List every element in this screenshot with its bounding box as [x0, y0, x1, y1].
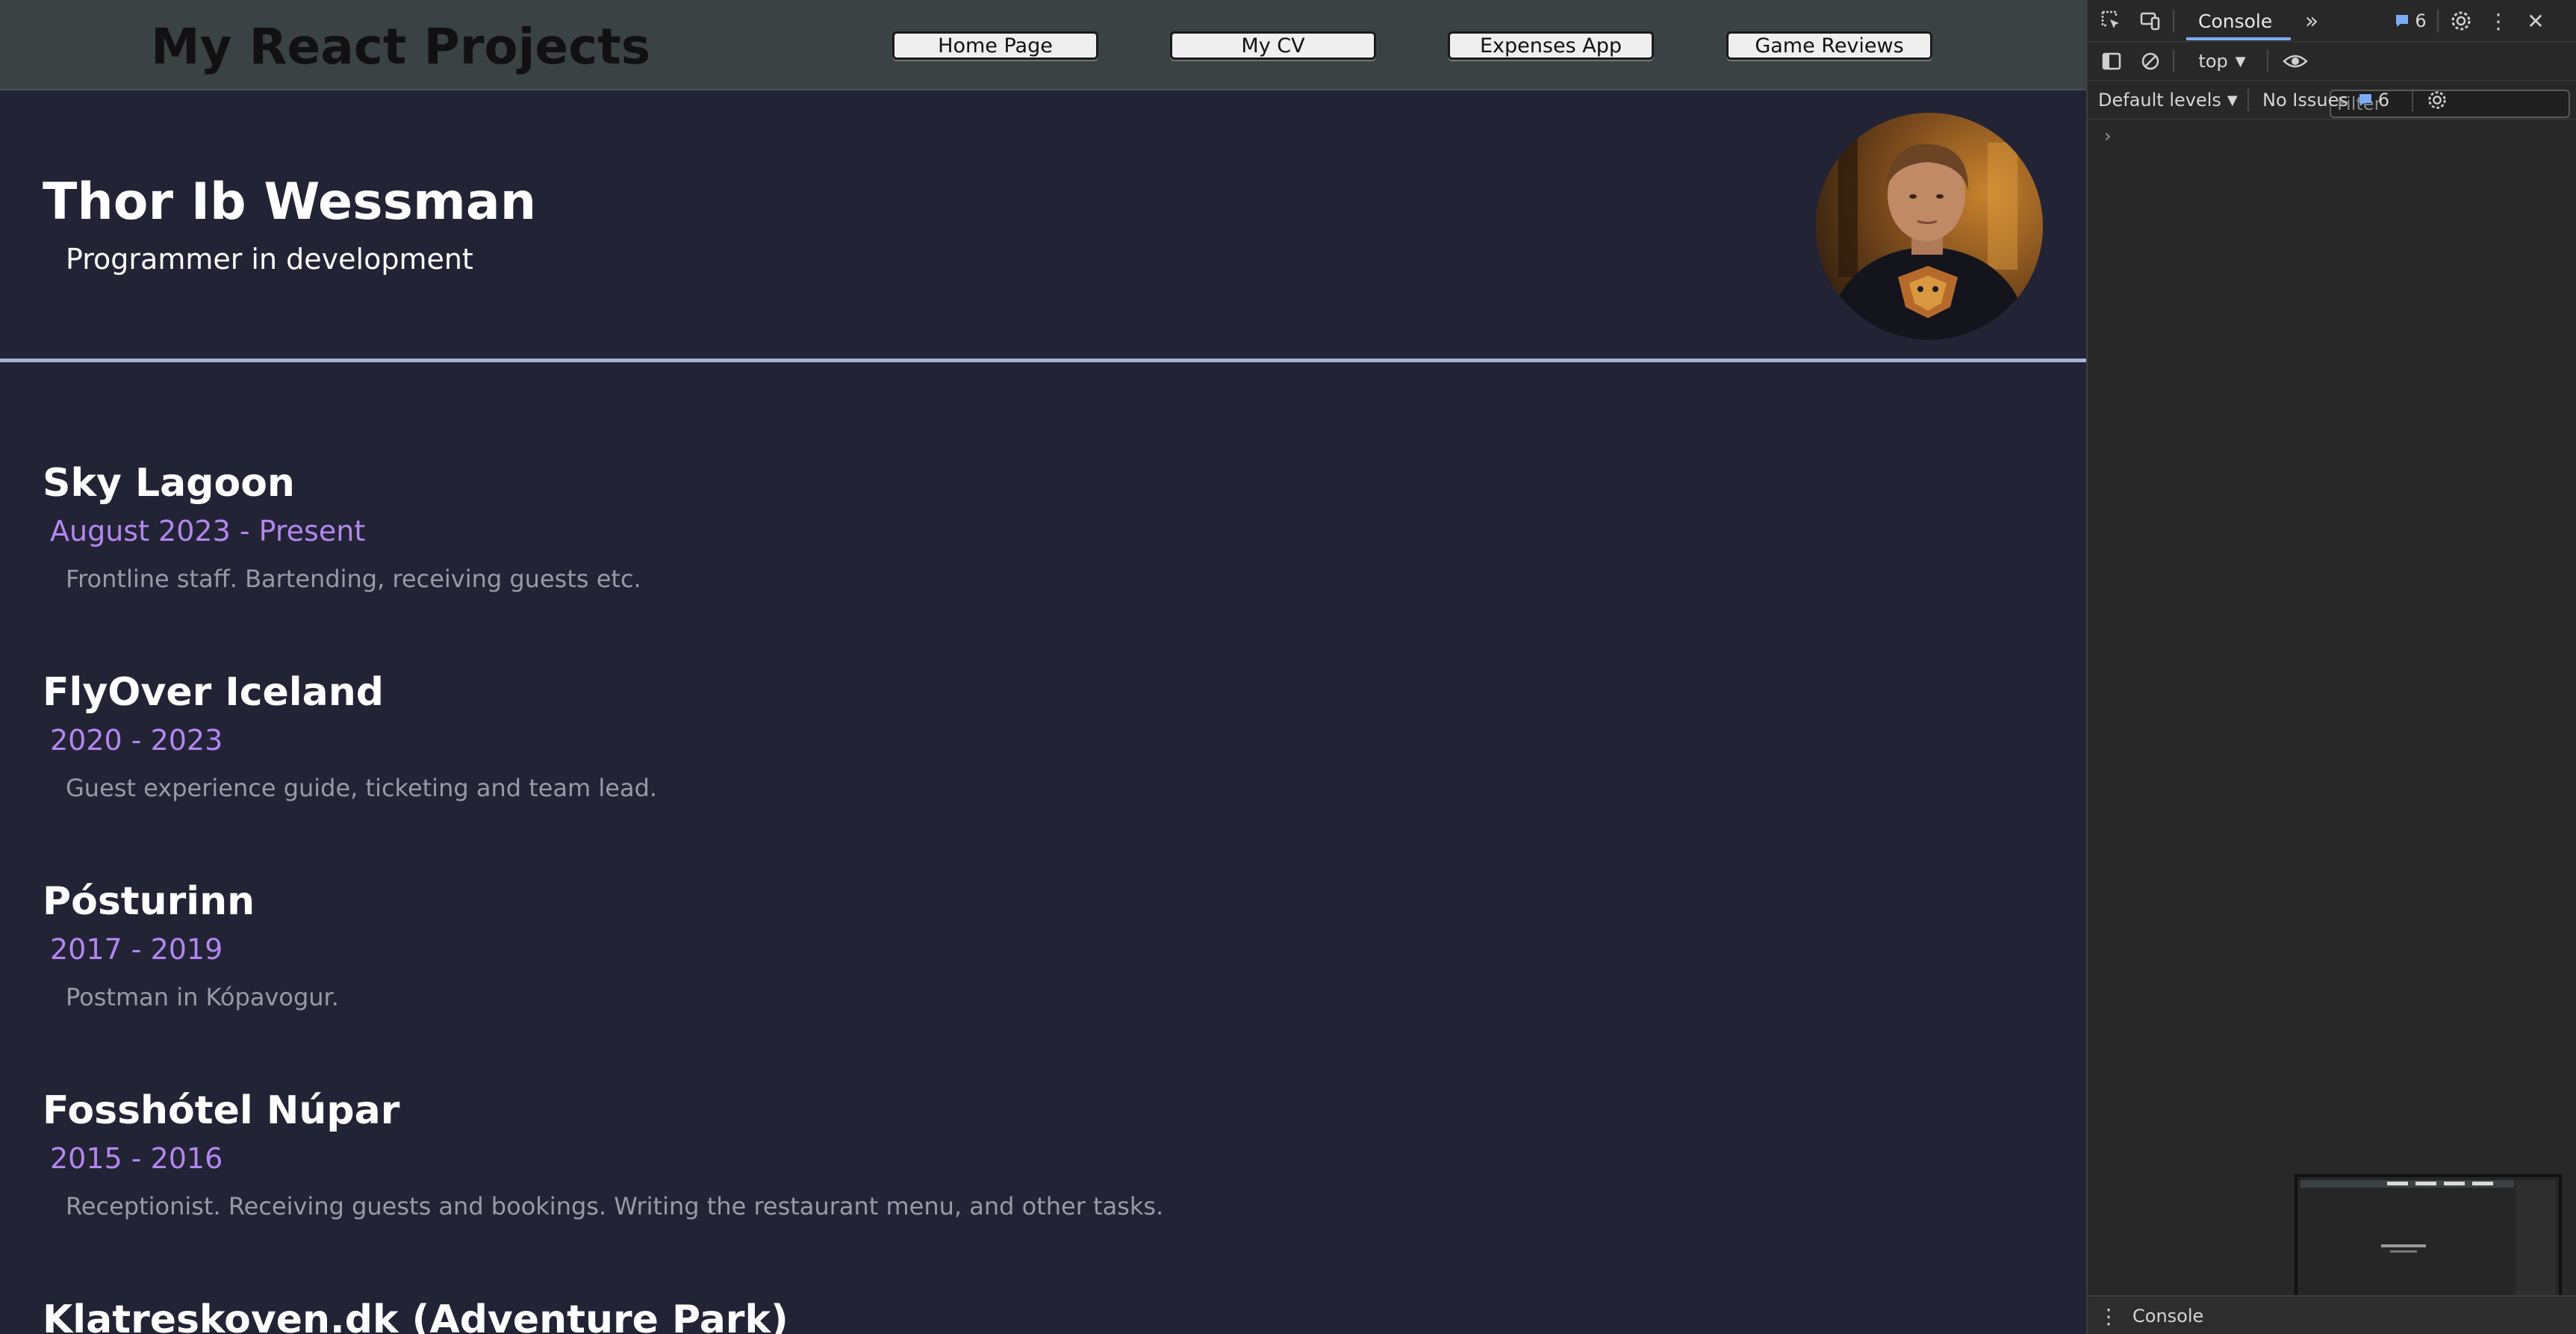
tab-console[interactable]: Console [2186, 3, 2284, 39]
my-cv-button[interactable]: My CV [1170, 31, 1376, 60]
job-description: Receptionist. Receiving guests and booki… [66, 1192, 1164, 1220]
clear-console-icon[interactable] [2135, 46, 2165, 76]
device-toolbar-icon[interactable] [2135, 6, 2165, 36]
messages-count: 6 [2415, 10, 2427, 31]
avatar-photo [1816, 113, 2043, 340]
devtools-tab-bar: Console » 6 ⋮ ✕ [2088, 0, 2576, 42]
settings-gear-icon[interactable] [2446, 6, 2476, 36]
devtools-panel: Console » 6 ⋮ ✕ top ▼ Def [2086, 0, 2576, 1334]
inspect-element-icon[interactable] [2097, 6, 2127, 36]
more-tabs-icon[interactable]: » [2297, 6, 2327, 36]
expenses-app-button[interactable]: Expenses App [1448, 31, 1654, 60]
devtools-drawer: ⋮ Console [2088, 1295, 2576, 1334]
issues-count: 6 [2377, 90, 2390, 111]
header-divider [0, 359, 2086, 362]
messages-badge[interactable]: 6 [2388, 6, 2433, 36]
active-tab-indicator [2186, 37, 2291, 40]
profile-title: Programmer in development [66, 243, 473, 276]
drawer-tab-label: Console [2132, 1306, 2204, 1327]
console-settings-gear-icon[interactable] [2422, 85, 2452, 115]
job-entry-sky-lagoon: Sky Lagoon August 2023 - Present Frontli… [43, 459, 1984, 598]
job-period: 2015 - 2016 [50, 1142, 223, 1175]
job-entry-klatreskoven: Klatreskoven.dk (Adventure Park) [43, 1295, 1984, 1334]
issues-button[interactable]: No Issues 6 [2262, 85, 2389, 115]
job-company: Fosshótel Núpar [43, 1088, 400, 1133]
home-page-button[interactable]: Home Page [892, 31, 1098, 60]
chevron-down-icon: ▼ [2227, 92, 2238, 108]
navbar: My React Projects Home Page My CV Expens… [0, 0, 2086, 90]
more-options-icon[interactable]: ⋮ [2483, 6, 2513, 36]
issues-label: No Issues [2262, 90, 2348, 111]
console-levels-bar: Default levels ▼ No Issues 6 [2088, 81, 2576, 120]
message-icon [2359, 94, 2371, 106]
job-period: 2020 - 2023 [50, 724, 223, 757]
context-value: top [2198, 51, 2228, 72]
cv-page: My React Projects Home Page My CV Expens… [0, 0, 2086, 1334]
game-reviews-button[interactable]: Game Reviews [1726, 31, 1932, 60]
console-toolbar: top ▼ [2088, 42, 2576, 118]
message-icon [2396, 15, 2409, 27]
job-description: Guest experience guide, ticketing and te… [66, 774, 658, 802]
job-period: 2017 - 2019 [50, 933, 223, 966]
sidebar-toggle-icon[interactable] [2097, 46, 2127, 76]
job-company: FlyOver Iceland [43, 670, 384, 715]
context-selector[interactable]: top ▼ [2185, 46, 2259, 76]
profile-name: Thor Ib Wessman [43, 173, 537, 232]
job-entry-fosshotel-nupar: Fosshótel Núpar 2015 - 2016 Receptionist… [43, 1086, 1984, 1225]
job-period: August 2023 - Present [50, 515, 366, 547]
job-description: Postman in Kópavogur. [66, 983, 339, 1011]
page-preview-thumbnail [2295, 1174, 2562, 1315]
console-prompt-chevron-icon[interactable]: › [2104, 125, 2112, 146]
chevron-down-icon: ▼ [2235, 53, 2246, 69]
avatar [1816, 113, 2043, 340]
job-entry-flyover-iceland: FlyOver Iceland 2020 - 2023 Guest experi… [43, 668, 1984, 807]
drawer-menu-icon[interactable]: ⋮ [2098, 1301, 2119, 1331]
job-entry-posturinn: Pósturinn 2017 - 2019 Postman in Kópavog… [43, 877, 1984, 1016]
site-title: My React Projects [151, 18, 651, 75]
job-company: Sky Lagoon [43, 461, 295, 506]
job-company: Klatreskoven.dk (Adventure Park) [43, 1297, 788, 1334]
log-levels-dropdown[interactable]: Default levels ▼ [2098, 85, 2238, 115]
drawer-tab-console[interactable]: Console [2132, 1301, 2203, 1331]
log-levels-value: Default levels [2098, 90, 2221, 111]
close-devtools-icon[interactable]: ✕ [2521, 6, 2551, 36]
profile-header: Thor Ib Wessman Programmer in developmen… [0, 90, 2086, 362]
live-expression-eye-icon[interactable] [2277, 46, 2313, 76]
job-description: Frontline staff. Bartending, receiving g… [66, 565, 641, 593]
job-company: Pósturinn [43, 879, 255, 924]
